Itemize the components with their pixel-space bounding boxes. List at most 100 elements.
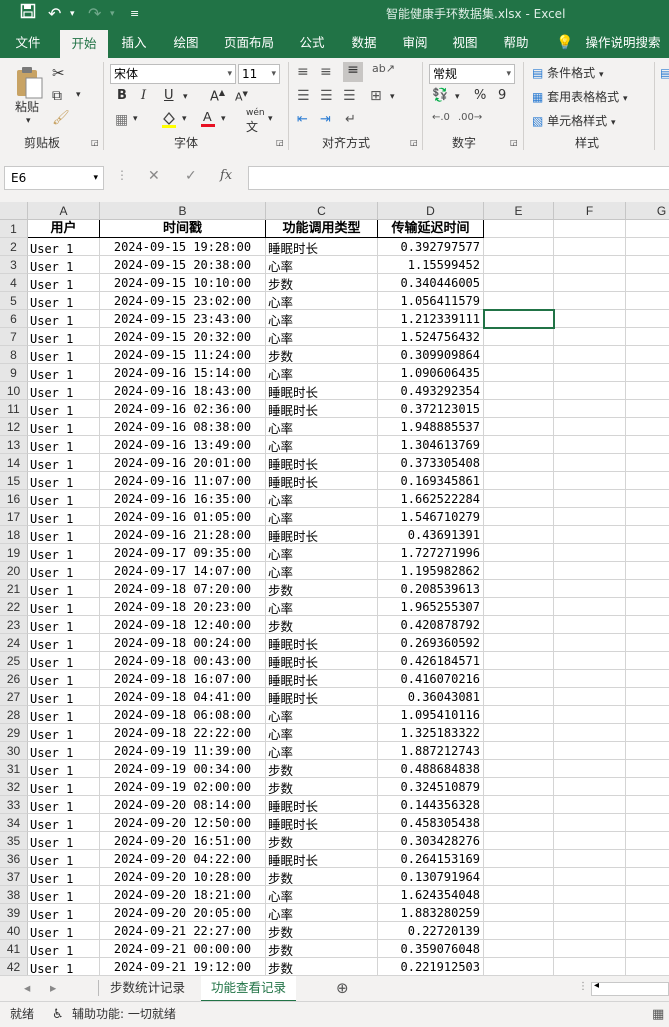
tab-home[interactable]: 开始 [60,30,108,58]
cell-timestamp[interactable]: 2024-09-17 14:07:00 [100,562,266,580]
cell-timestamp[interactable]: 2024-09-20 20:05:00 [100,904,266,922]
cell-latency[interactable]: 1.662522284 [378,490,484,508]
sheet-tab-function-view[interactable]: 功能查看记录 [201,976,297,1002]
row-header[interactable]: 40 [0,922,28,940]
empty-cell[interactable] [554,634,626,652]
font-name-select[interactable]: 宋体 ▾ [110,64,236,84]
empty-cell[interactable] [626,940,669,958]
empty-cell[interactable] [626,850,669,868]
cell-function-type[interactable]: 睡眠时长 [266,382,378,400]
empty-cell[interactable] [484,544,554,562]
save-icon[interactable] [20,3,36,25]
empty-cell[interactable] [484,778,554,796]
empty-cell[interactable] [484,688,554,706]
empty-cell[interactable] [626,454,669,472]
cell-latency[interactable]: 1.883280259 [378,904,484,922]
cell-latency[interactable]: 0.373305408 [378,454,484,472]
cell-timestamp[interactable]: 2024-09-18 12:40:00 [100,616,266,634]
empty-cell[interactable] [484,364,554,382]
undo-dropdown-icon[interactable]: ▾ [70,3,75,25]
empty-cell[interactable] [626,580,669,598]
empty-cell[interactable] [554,616,626,634]
empty-cell[interactable] [554,778,626,796]
cell-latency[interactable]: 0.392797577 [378,238,484,256]
cell-timestamp[interactable]: 2024-09-19 00:34:00 [100,760,266,778]
cell-latency[interactable]: 1.546710279 [378,508,484,526]
cell-user[interactable]: User_1 [28,526,100,544]
cell-function-type[interactable]: 心率 [266,544,378,562]
cell-function-type[interactable]: 睡眠时长 [266,238,378,256]
row-header[interactable]: 15 [0,472,28,490]
empty-cell[interactable] [484,796,554,814]
column-header-d[interactable]: D [378,202,484,220]
cell-user[interactable]: User_1 [28,400,100,418]
cell-user[interactable]: User_1 [28,904,100,922]
cell-function-type[interactable]: 心率 [266,436,378,454]
cell-function-type[interactable]: 心率 [266,904,378,922]
cell-latency[interactable]: 0.264153169 [378,850,484,868]
empty-cell[interactable] [626,922,669,940]
comma-style-button[interactable]: 9 [498,88,506,103]
redo-dropdown-icon[interactable]: ▾ [110,3,115,25]
align-right-icon[interactable]: ☰ [343,88,356,104]
align-bottom-icon[interactable]: ≡ [343,62,363,82]
empty-cell[interactable] [554,490,626,508]
format-as-table-button[interactable]: ▦ 套用表格格式 ▾ [532,88,628,105]
empty-cell[interactable] [554,310,626,328]
empty-cell[interactable] [484,832,554,850]
cell-styles-button[interactable]: ▧ 单元格样式 ▾ [532,112,616,129]
cell-function-type[interactable]: 睡眠时长 [266,526,378,544]
cell-function-type[interactable]: 步数 [266,760,378,778]
empty-cell[interactable] [484,526,554,544]
accounting-dropdown-icon[interactable]: ▾ [455,92,460,102]
cell-function-type[interactable]: 心率 [266,310,378,328]
row-header[interactable]: 33 [0,796,28,814]
row-header[interactable]: 29 [0,724,28,742]
empty-cell[interactable] [626,508,669,526]
cell-latency[interactable]: 0.324510879 [378,778,484,796]
cell-latency[interactable]: 0.309909864 [378,346,484,364]
empty-cell[interactable] [554,562,626,580]
empty-cell[interactable] [484,814,554,832]
empty-cell[interactable] [484,490,554,508]
empty-cell[interactable] [554,922,626,940]
cell-user[interactable]: User_1 [28,238,100,256]
empty-cell[interactable] [484,580,554,598]
cell-user[interactable]: User_1 [28,490,100,508]
cell-latency[interactable]: 0.458305438 [378,814,484,832]
cell-function-type[interactable]: 心率 [266,508,378,526]
cell-timestamp[interactable]: 2024-09-16 21:28:00 [100,526,266,544]
cell-user[interactable]: User_1 [28,328,100,346]
row-header[interactable]: 1 [0,220,28,238]
empty-cell[interactable] [626,418,669,436]
align-top-icon[interactable]: ≡ [297,64,309,80]
cell-user[interactable]: User_1 [28,796,100,814]
cell-timestamp[interactable]: 2024-09-16 02:36:00 [100,400,266,418]
empty-cell[interactable] [554,508,626,526]
cell-function-type[interactable]: 睡眠时长 [266,634,378,652]
empty-cell[interactable] [554,472,626,490]
empty-cell[interactable] [484,886,554,904]
fill-color-dropdown-icon[interactable]: ▾ [182,114,187,124]
empty-cell[interactable] [554,670,626,688]
row-header[interactable]: 5 [0,292,28,310]
normal-view-icon[interactable]: ▦ [652,1002,664,1027]
cell-latency[interactable]: 0.303428276 [378,832,484,850]
cell-timestamp[interactable]: 2024-09-15 19:28:00 [100,238,266,256]
accessibility-icon[interactable]: ♿ [52,1002,64,1027]
empty-cell[interactable] [484,508,554,526]
row-header[interactable]: 16 [0,490,28,508]
row-header[interactable]: 31 [0,760,28,778]
cell-user[interactable]: User_1 [28,598,100,616]
empty-cell[interactable] [554,400,626,418]
empty-cell[interactable] [484,562,554,580]
alignment-launcher-icon[interactable]: ◲ [410,138,418,147]
empty-cell[interactable] [554,238,626,256]
cell-function-type[interactable]: 心率 [266,418,378,436]
empty-cell[interactable] [484,940,554,958]
accessibility-status[interactable]: 辅助功能: 一切就绪 [72,1002,176,1027]
formula-input[interactable] [248,166,669,190]
cell-user[interactable]: User_1 [28,886,100,904]
italic-button[interactable]: I [141,88,146,103]
name-box[interactable]: E6 ▾ [4,166,104,190]
